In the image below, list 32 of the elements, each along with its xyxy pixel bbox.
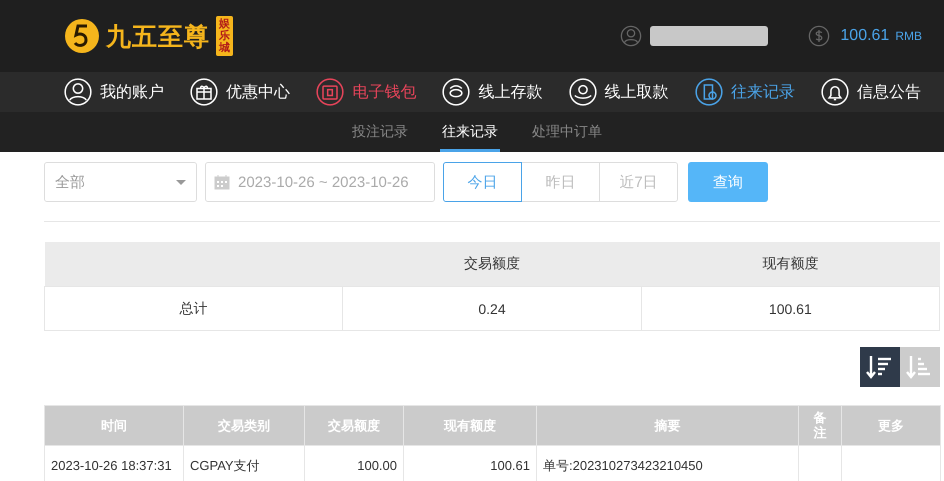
nav-item[interactable]: 往来记录 (694, 78, 795, 106)
table-cell: 100.61 (490, 458, 530, 473)
nav-item[interactable]: 信息公告 (820, 78, 921, 106)
nav-item[interactable]: 优惠中心 (190, 78, 290, 106)
nav-item[interactable]: 电子钱包 (316, 78, 416, 106)
nav-item[interactable]: 线上存款 (442, 78, 542, 106)
table-cell: 0.24 (342, 286, 642, 330)
logo-badge: 娱乐城 (216, 16, 233, 56)
table-cell: 100.61 (641, 286, 940, 330)
table-cell: CGPAY支付 (190, 458, 260, 472)
date-range-field[interactable]: 2023-10-26 ~ 2023-10-26 (205, 162, 435, 202)
sub-tab[interactable]: 处理中订单 (530, 115, 604, 152)
calendar-icon (214, 174, 230, 190)
column-header: 现有额度 (762, 255, 818, 271)
table-cell: 100.00 (357, 458, 397, 473)
sub-tab[interactable]: 往来记录 (440, 115, 500, 152)
sub-tab[interactable]: 投注记录 (350, 115, 410, 152)
table-cell: 2023-10-26 18:37:31 (51, 458, 172, 473)
logo-icon (64, 18, 100, 54)
type-select[interactable]: 全部 (44, 162, 197, 202)
table-cell: 单号:202310273423210450 (543, 458, 703, 472)
table-cell: 总计 (44, 286, 343, 330)
balance-amount: 100.61 (840, 27, 890, 45)
column-header: 交易额度 (464, 255, 520, 271)
user-icon (620, 25, 642, 47)
logo-text: 九五至尊 (106, 22, 210, 52)
date-range-button[interactable]: 今日 (443, 162, 522, 202)
currency-label: RMB (895, 29, 922, 43)
dollar-icon (808, 25, 830, 47)
nav-item[interactable]: 我的账户 (64, 78, 164, 106)
sort-button[interactable] (860, 347, 900, 387)
nav-item[interactable]: 线上取款 (568, 78, 669, 106)
